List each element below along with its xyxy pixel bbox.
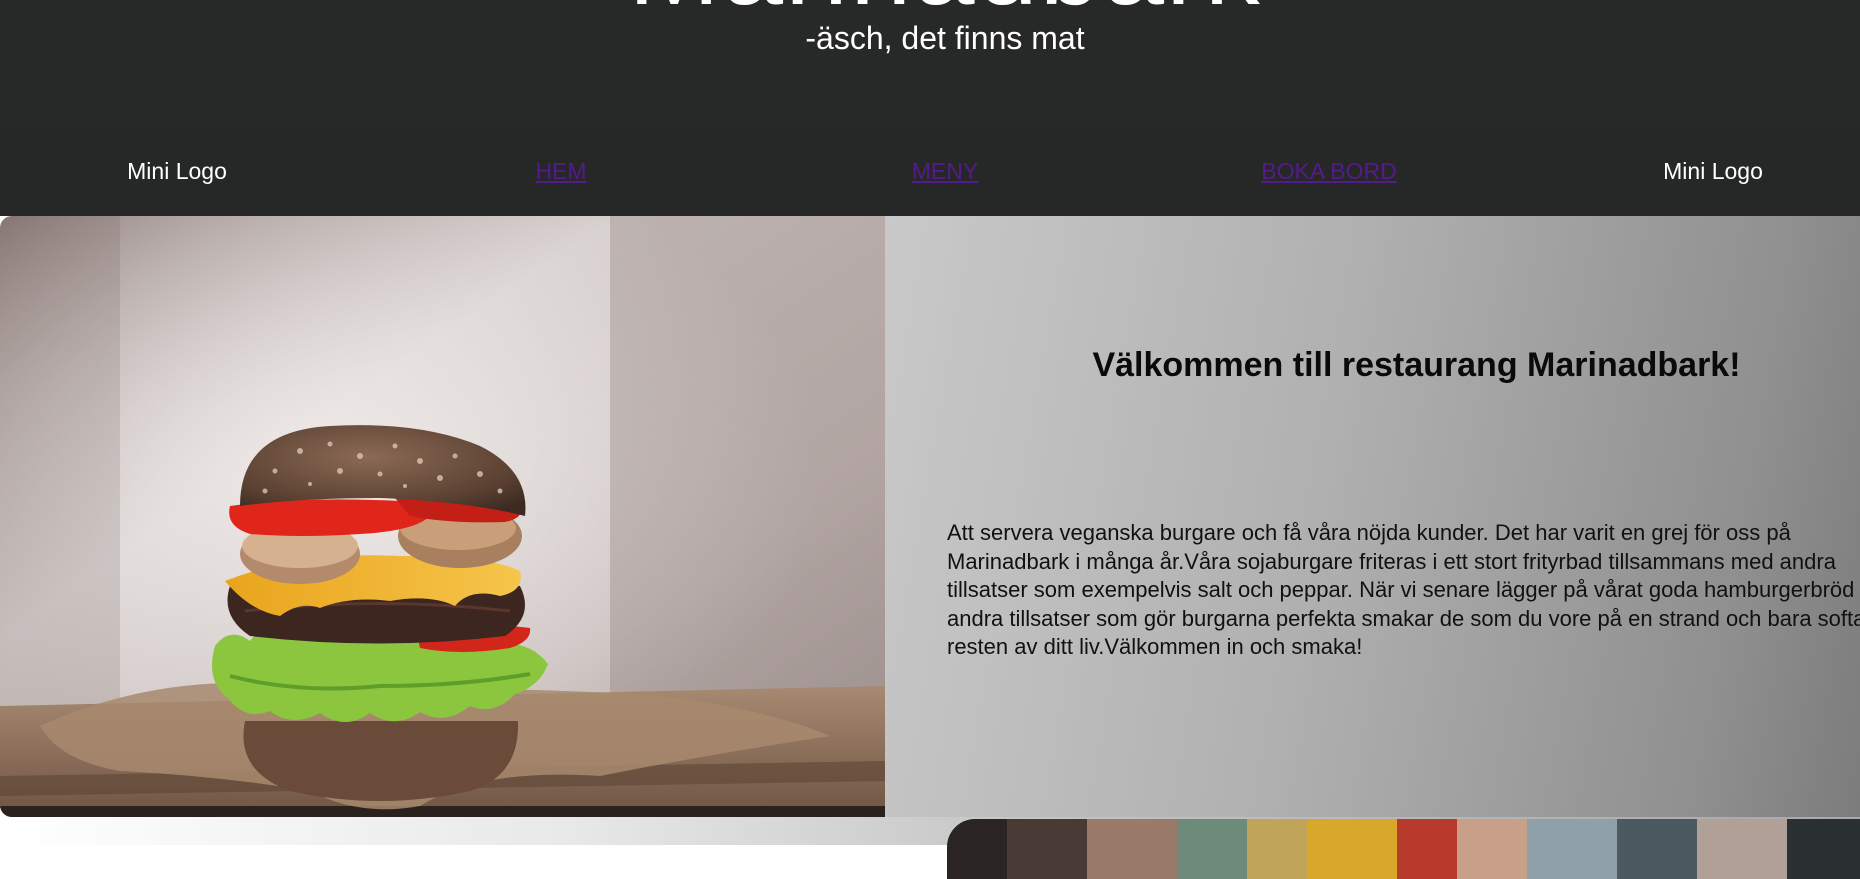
burger-photo [0, 216, 885, 817]
welcome-heading: Välkommen till restaurang Marinadbark! [1092, 346, 1741, 384]
welcome-text: Att servera veganska burgare och få våra… [947, 520, 1860, 659]
nav-link-home[interactable]: HEM [535, 126, 586, 216]
main-nav: Mini Logo HEM MENY BOKA BORD Mini Logo [0, 126, 1860, 216]
site-tagline: -äsch, det finns mat [805, 20, 1085, 56]
nav-link-menu[interactable]: MENY [912, 126, 978, 216]
mini-logo-right[interactable]: Mini Logo [1663, 126, 1763, 216]
food-collage-image [947, 819, 1860, 879]
welcome-panel: Välkommen till restaurang Marinadbark! A… [885, 216, 1860, 817]
site-header: Marinadbark -äsch, det finns mat [0, 0, 1860, 126]
mini-logo-left[interactable]: Mini Logo [127, 126, 227, 216]
nav-link-book-table[interactable]: BOKA BORD [1261, 126, 1396, 216]
